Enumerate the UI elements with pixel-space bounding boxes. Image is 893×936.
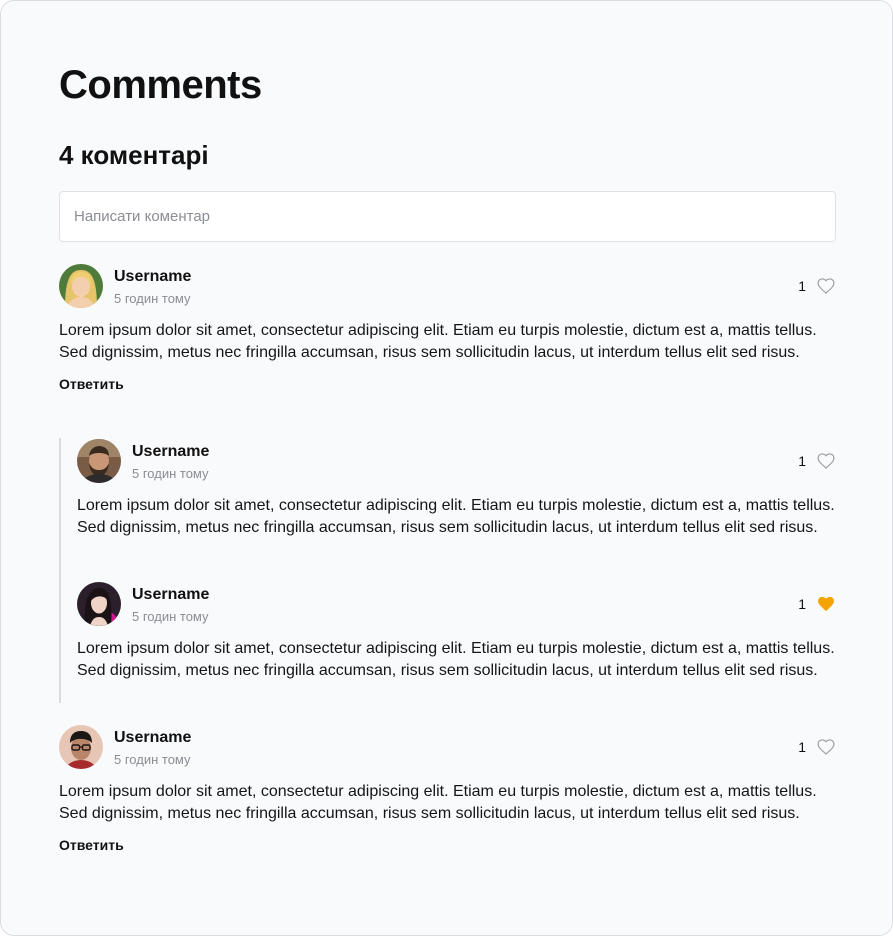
comment-text: Lorem ipsum dolor sit amet, consectetur … [59, 783, 817, 822]
like-button[interactable]: 1 [798, 737, 836, 757]
heart-outline-icon[interactable] [816, 451, 836, 471]
comment: Username 5 годин тому 1 Lorem ipsum dolo… [59, 264, 836, 394]
comment-header: Username 5 годин тому 1 [59, 725, 836, 771]
comment-timestamp: 5 годин тому [132, 466, 209, 481]
comment-timestamp: 5 годин тому [132, 609, 209, 624]
comment-username[interactable]: Username [132, 442, 209, 462]
heart-outline-icon[interactable] [816, 737, 836, 757]
heart-outline-icon[interactable] [816, 276, 836, 296]
comment-text: Lorem ipsum dolor sit amet, consectetur … [77, 497, 835, 536]
comment: Username 5 годин тому 1 Lorem ipsum dolo… [59, 725, 836, 855]
comment-username[interactable]: Username [114, 728, 191, 748]
comment-header: Username 5 годин тому 1 [77, 582, 836, 628]
comment-timestamp: 5 годин тому [114, 752, 191, 767]
like-count: 1 [798, 278, 806, 294]
page-title: Comments [59, 63, 262, 107]
like-count: 1 [798, 596, 806, 612]
avatar[interactable] [77, 439, 121, 483]
reply-thread-line [59, 438, 61, 703]
avatar[interactable] [59, 725, 103, 769]
comment-timestamp: 5 годин тому [114, 291, 191, 306]
avatar[interactable] [77, 582, 121, 626]
avatar[interactable] [59, 264, 103, 308]
comment-input[interactable] [59, 191, 836, 242]
comment-username[interactable]: Username [132, 585, 209, 605]
comment-username[interactable]: Username [114, 267, 191, 287]
like-button[interactable]: 1 [798, 276, 836, 296]
like-button[interactable]: 1 [798, 594, 836, 614]
heart-filled-icon[interactable] [816, 594, 836, 614]
like-button[interactable]: 1 [798, 451, 836, 471]
like-count: 1 [798, 739, 806, 755]
comment-count-heading: 4 коментарі [59, 140, 209, 170]
comment-text: Lorem ipsum dolor sit amet, consectetur … [77, 640, 835, 679]
reply-button[interactable]: Ответить [59, 837, 124, 853]
reply-comment: Username 5 годин тому 1 Lorem ipsum dolo… [77, 439, 836, 539]
reply-button[interactable]: Ответить [59, 376, 124, 392]
comment-text: Lorem ipsum dolor sit amet, consectetur … [59, 322, 817, 361]
like-count: 1 [798, 453, 806, 469]
comment-header: Username 5 годин тому 1 [59, 264, 836, 310]
comment-header: Username 5 годин тому 1 [77, 439, 836, 485]
reply-comment: Username 5 годин тому 1 Lorem ipsum dolo… [77, 582, 836, 682]
comments-card: Comments 4 коментарі Username 5 годин то… [0, 0, 893, 936]
